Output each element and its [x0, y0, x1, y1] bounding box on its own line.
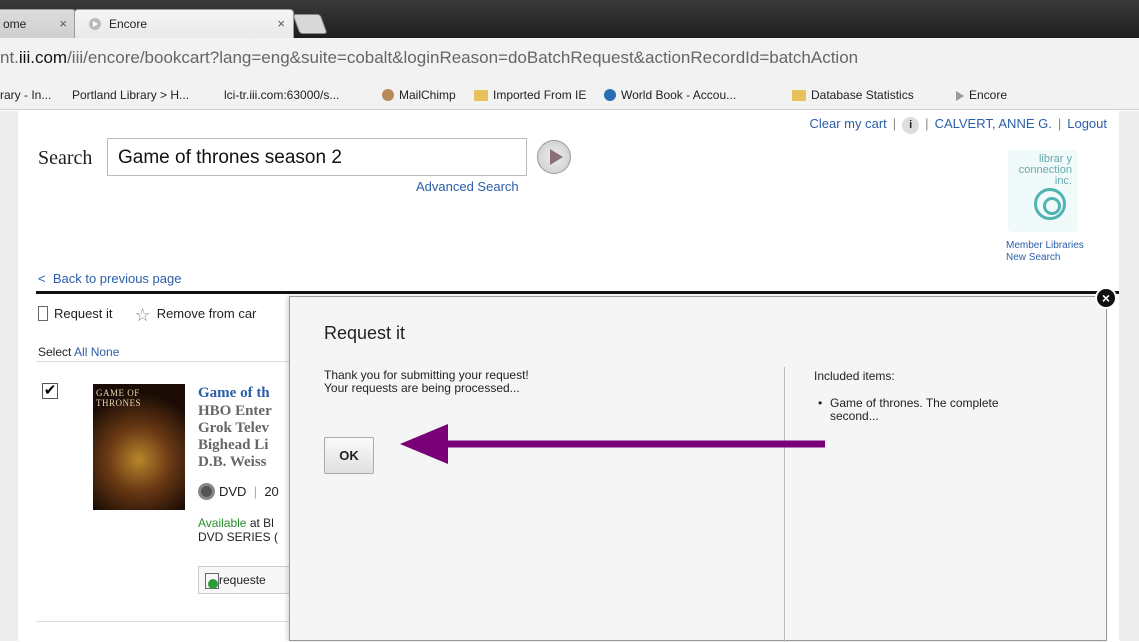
tab-1-label: ome [3, 17, 27, 31]
folder-icon [792, 90, 806, 101]
advanced-search-link[interactable]: Advanced Search [416, 179, 519, 194]
item-checkbox[interactable]: ✔ [42, 383, 58, 399]
member-libraries-link[interactable]: Member Libraries [1006, 240, 1084, 252]
remove-star-icon: ☆ [134, 305, 151, 325]
bookmark-flag-icon [38, 306, 48, 321]
bookmark-3[interactable]: lci-tr.iii.com:63000/s... [224, 88, 339, 211]
available-status: Available [198, 516, 247, 530]
library-connection-logo[interactable]: librar y connection inc. [1008, 150, 1078, 232]
tab-2-label: Encore [109, 17, 148, 31]
user-name-link[interactable]: CALVERT, ANNE G. [935, 116, 1052, 131]
clear-cart-link[interactable]: Clear my cart [809, 116, 886, 131]
close-dialog-icon[interactable]: × [1095, 287, 1117, 309]
bookmarks-bar: rary - In... Portland Library > H... lci… [0, 80, 1139, 211]
bookmark-6[interactable]: World Book - Accou... [604, 88, 736, 102]
mailchimp-icon [382, 89, 394, 101]
included-items-label: Included items: [814, 369, 895, 383]
dialog-title: Request it [324, 323, 406, 343]
dialog-message: Thank you for submitting your request! Y… [324, 368, 529, 395]
format-line: DVD | 20 [198, 483, 279, 500]
swirl-icon [1034, 188, 1066, 220]
chevron-left-icon: < [38, 271, 46, 286]
disc-icon [198, 483, 215, 500]
bookmark-4[interactable]: MailChimp [382, 88, 456, 102]
divider [784, 367, 785, 642]
list-item: Game of thrones. The complete second... [818, 397, 1038, 423]
new-tab-button[interactable] [292, 14, 328, 34]
requested-check-icon [205, 573, 219, 589]
encore-favicon-icon [89, 18, 101, 30]
search-go-button[interactable] [537, 140, 571, 174]
remove-from-cart-button[interactable]: ☆ Remove from car [113, 305, 257, 325]
divider [36, 291, 1119, 294]
member-links: Member Libraries New Search [1006, 240, 1084, 264]
annotation-arrow-icon [400, 424, 825, 464]
worldbook-icon [604, 89, 616, 101]
record-authors: HBO Enter Grok Telev Bighead Li D.B. Wei… [198, 403, 272, 470]
availability: Available at Bl DVD SERIES ( [198, 516, 279, 544]
select-all-link[interactable]: All [74, 345, 87, 359]
close-icon[interactable]: × [59, 10, 67, 38]
search-label: Search [38, 147, 93, 169]
ok-button[interactable]: OK [324, 437, 374, 474]
cart-actions: Request it ☆ Remove from car [38, 305, 256, 326]
close-icon[interactable]: × [277, 10, 285, 38]
url-text[interactable]: nt.iii.com/iii/encore/bookcart?lang=eng&… [0, 48, 858, 68]
select-none-link[interactable]: None [91, 345, 120, 359]
included-items-list: Game of thrones. The complete second... [818, 397, 1038, 423]
bookmark-7[interactable]: Database Statistics [792, 88, 914, 102]
address-bar[interactable]: nt.iii.com/iii/encore/bookcart?lang=eng&… [0, 38, 1139, 80]
request-it-button[interactable]: Request it [38, 306, 113, 321]
back-link[interactable]: < Back to previous page [38, 271, 181, 286]
record-title-link[interactable]: Game of th [198, 385, 270, 402]
info-icon[interactable]: i [902, 117, 920, 134]
bookmark-2[interactable]: Portland Library > H... [72, 88, 189, 211]
new-search-link[interactable]: New Search [1006, 252, 1084, 264]
browser-tab-encore[interactable]: Encore × [74, 9, 294, 38]
logout-link[interactable]: Logout [1067, 116, 1107, 131]
folder-icon [474, 90, 488, 101]
divider [36, 361, 311, 362]
browser-tab-1[interactable]: ome × [0, 9, 76, 38]
bookmark-8[interactable]: Encore [956, 88, 1007, 102]
bookmark-1[interactable]: rary - In... [0, 88, 51, 102]
cover-image[interactable]: GAME OF THRONES [93, 384, 185, 510]
bookmark-5[interactable]: Imported From IE [474, 88, 586, 102]
account-links: Clear my cart | i | CALVERT, ANNE G. | Logout [809, 116, 1107, 134]
divider [36, 621, 311, 622]
search-input[interactable]: Game of thrones season 2 [107, 138, 527, 176]
select-controls: Select All None [38, 345, 120, 359]
browser-tab-bar: ome × Encore × [0, 0, 1139, 38]
encore-icon [956, 91, 964, 101]
